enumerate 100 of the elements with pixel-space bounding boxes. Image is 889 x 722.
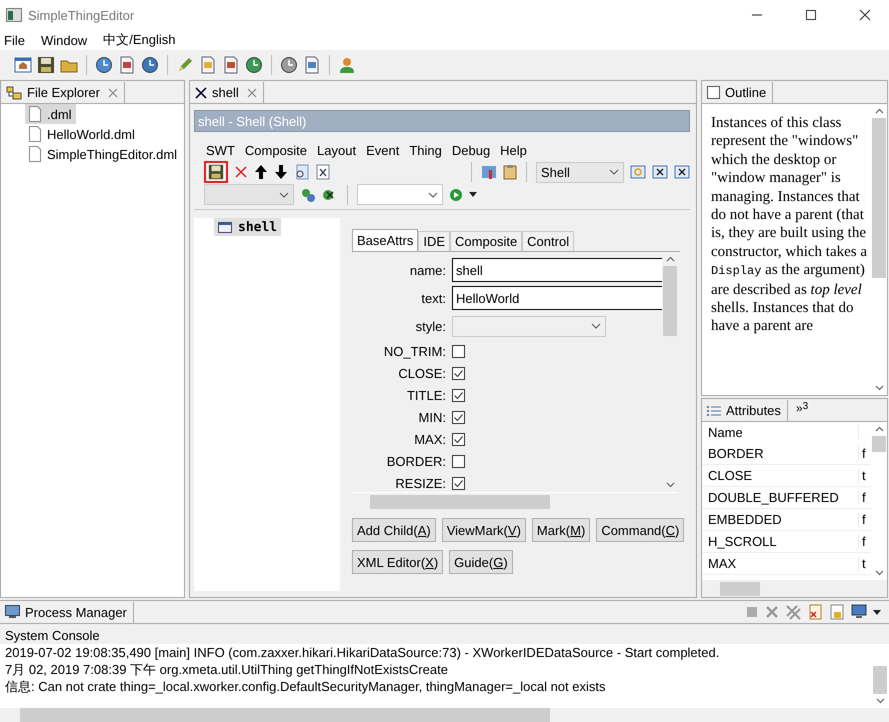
caret-icon[interactable] <box>469 192 477 197</box>
document-icon[interactable] <box>199 56 217 74</box>
panel-tab-label: Attributes <box>726 403 781 418</box>
checkbox[interactable] <box>452 454 465 468</box>
dropdown-field[interactable] <box>357 184 443 205</box>
console-line: 信息: Can not crate thing=_local.xworker.config.DefaultSecurityManager, thingManager=_local not exists <box>5 678 606 695</box>
window-cross-icon[interactable] <box>652 164 668 180</box>
checkbox[interactable] <box>452 388 465 402</box>
file-row[interactable]: SimpleThingEditor.dml <box>25 144 182 164</box>
field-label: MAX: <box>413 432 446 446</box>
file-name: SimpleThingEditor.dml <box>47 146 178 162</box>
close-icon[interactable] <box>859 9 871 21</box>
maximize-icon[interactable] <box>805 9 817 21</box>
file-icon <box>29 146 41 162</box>
field-label: BORDER: <box>386 454 446 468</box>
table-cell: BORDER <box>702 446 859 461</box>
scroll-up-icon[interactable] <box>666 256 674 262</box>
clock-icon[interactable] <box>95 56 113 74</box>
scrollbar-thumb[interactable] <box>872 118 886 278</box>
scroll-down-icon[interactable] <box>666 482 674 488</box>
action-button[interactable]: Mark(M) <box>532 518 590 542</box>
scrollbar-thumb[interactable] <box>20 708 550 722</box>
table-icon[interactable] <box>303 56 321 74</box>
type-dropdown[interactable]: Shell <box>536 162 624 182</box>
action-button[interactable]: XML Editor(X) <box>352 550 444 574</box>
app-icon <box>6 8 22 22</box>
document-icon[interactable] <box>807 604 823 620</box>
folder-tree-icon <box>6 86 22 100</box>
clock-icon[interactable] <box>141 56 159 74</box>
property-tab[interactable]: Composite <box>450 231 522 251</box>
scrollbar-thumb[interactable] <box>873 666 887 694</box>
menu-item[interactable]: File <box>4 32 25 48</box>
action-button[interactable]: Command(C) <box>596 518 684 542</box>
down-arrow-icon[interactable] <box>274 164 288 180</box>
property-tab[interactable]: IDE <box>418 231 450 251</box>
checkbox[interactable] <box>452 410 465 424</box>
save-icon[interactable] <box>37 56 55 74</box>
text-field[interactable]: shell <box>452 258 662 282</box>
table-cell: EMBEDDED <box>702 512 859 527</box>
panel-tab-label: File Explorer <box>27 85 100 100</box>
field-label: text: <box>420 290 446 306</box>
file-row[interactable]: HelloWorld.dml <box>25 124 139 144</box>
action-button[interactable]: ViewMark(V) <box>442 518 526 542</box>
save-button[interactable] <box>204 161 228 183</box>
checkbox[interactable] <box>452 344 465 358</box>
table-cell: DOUBLE_BUFFERED <box>702 490 859 505</box>
dropdown-field[interactable] <box>204 184 294 205</box>
monitor-icon[interactable] <box>851 604 867 620</box>
scrollbar-thumb[interactable] <box>872 436 886 452</box>
checkbox[interactable] <box>452 366 465 380</box>
scroll-down-icon[interactable] <box>876 698 884 704</box>
action-button[interactable]: Add Child(A) <box>352 518 436 542</box>
checkbox[interactable] <box>452 432 465 446</box>
field-label: NO_TRIM: <box>382 344 446 358</box>
scroll-up-icon[interactable] <box>874 108 884 114</box>
scrollbar-thumb[interactable] <box>663 266 677 336</box>
table-cell-text: f <box>861 534 866 549</box>
file-name: HelloWorld.dml <box>47 126 135 142</box>
checkbox[interactable] <box>452 476 465 490</box>
menu-item[interactable]: 中文/English <box>103 31 176 49</box>
menu-item[interactable]: SWT <box>206 142 235 158</box>
run-icon[interactable] <box>449 188 463 202</box>
clipboard-icon[interactable] <box>503 164 517 180</box>
scroll-down-icon[interactable] <box>874 570 884 576</box>
window-cross-icon[interactable] <box>674 164 690 180</box>
caret-icon[interactable] <box>873 610 881 614</box>
scroll-down-icon[interactable] <box>874 385 884 391</box>
tree-node[interactable]: shell <box>214 218 282 236</box>
panel-tab-label: Outline <box>725 85 766 100</box>
person-icon[interactable] <box>338 56 356 74</box>
menu-item[interactable]: Help <box>500 142 527 158</box>
class-description: Instances of this class represent the "windows" which the desktop or "window manager" is managing. Instances that do not have a parent (that is, they are built using the constructor, which takes a Display as the argument) are described as top level shells. Instances that do have a parent are <box>710 114 868 336</box>
menu-item[interactable]: Layout <box>317 142 356 158</box>
file-row[interactable]: .dml <box>25 104 76 124</box>
menu-item[interactable]: Debug <box>452 142 490 158</box>
property-tab[interactable]: BaseAttrs <box>352 229 418 251</box>
property-tab[interactable]: Control <box>522 231 574 251</box>
text-field[interactable]: HelloWorld <box>452 286 662 310</box>
window-icon[interactable] <box>14 56 32 74</box>
scrollbar-thumb[interactable] <box>720 582 760 596</box>
window-icon <box>218 222 232 232</box>
menu-item[interactable]: Composite <box>244 142 308 158</box>
console-line: 2019-07-02 19:08:35,490 [main] INFO (com.zaxxer.hikari.HikariDataSource:73) - XWorkerIDEDataSource - Start completed. <box>5 644 720 661</box>
menu-item[interactable]: Thing <box>409 142 442 158</box>
menu-item[interactable]: Event <box>366 142 400 158</box>
delete-icon[interactable] <box>234 165 248 179</box>
lock-icon[interactable] <box>829 604 845 620</box>
table-cell-text: f <box>861 490 866 505</box>
monitor-icon <box>5 605 20 619</box>
up-arrow-icon[interactable] <box>254 164 268 180</box>
action-button[interactable]: Guide(G) <box>449 550 513 574</box>
cross-icon <box>195 86 207 98</box>
table-cell: CLOSE <box>702 468 859 483</box>
scroll-up-icon[interactable] <box>874 426 884 432</box>
caret-icon <box>591 323 601 329</box>
list-icon <box>707 404 721 416</box>
scrollbar-thumb[interactable] <box>370 494 550 508</box>
document-icon[interactable] <box>222 56 240 74</box>
pencil-icon[interactable] <box>176 56 194 74</box>
menu-item[interactable]: Window <box>40 32 88 48</box>
